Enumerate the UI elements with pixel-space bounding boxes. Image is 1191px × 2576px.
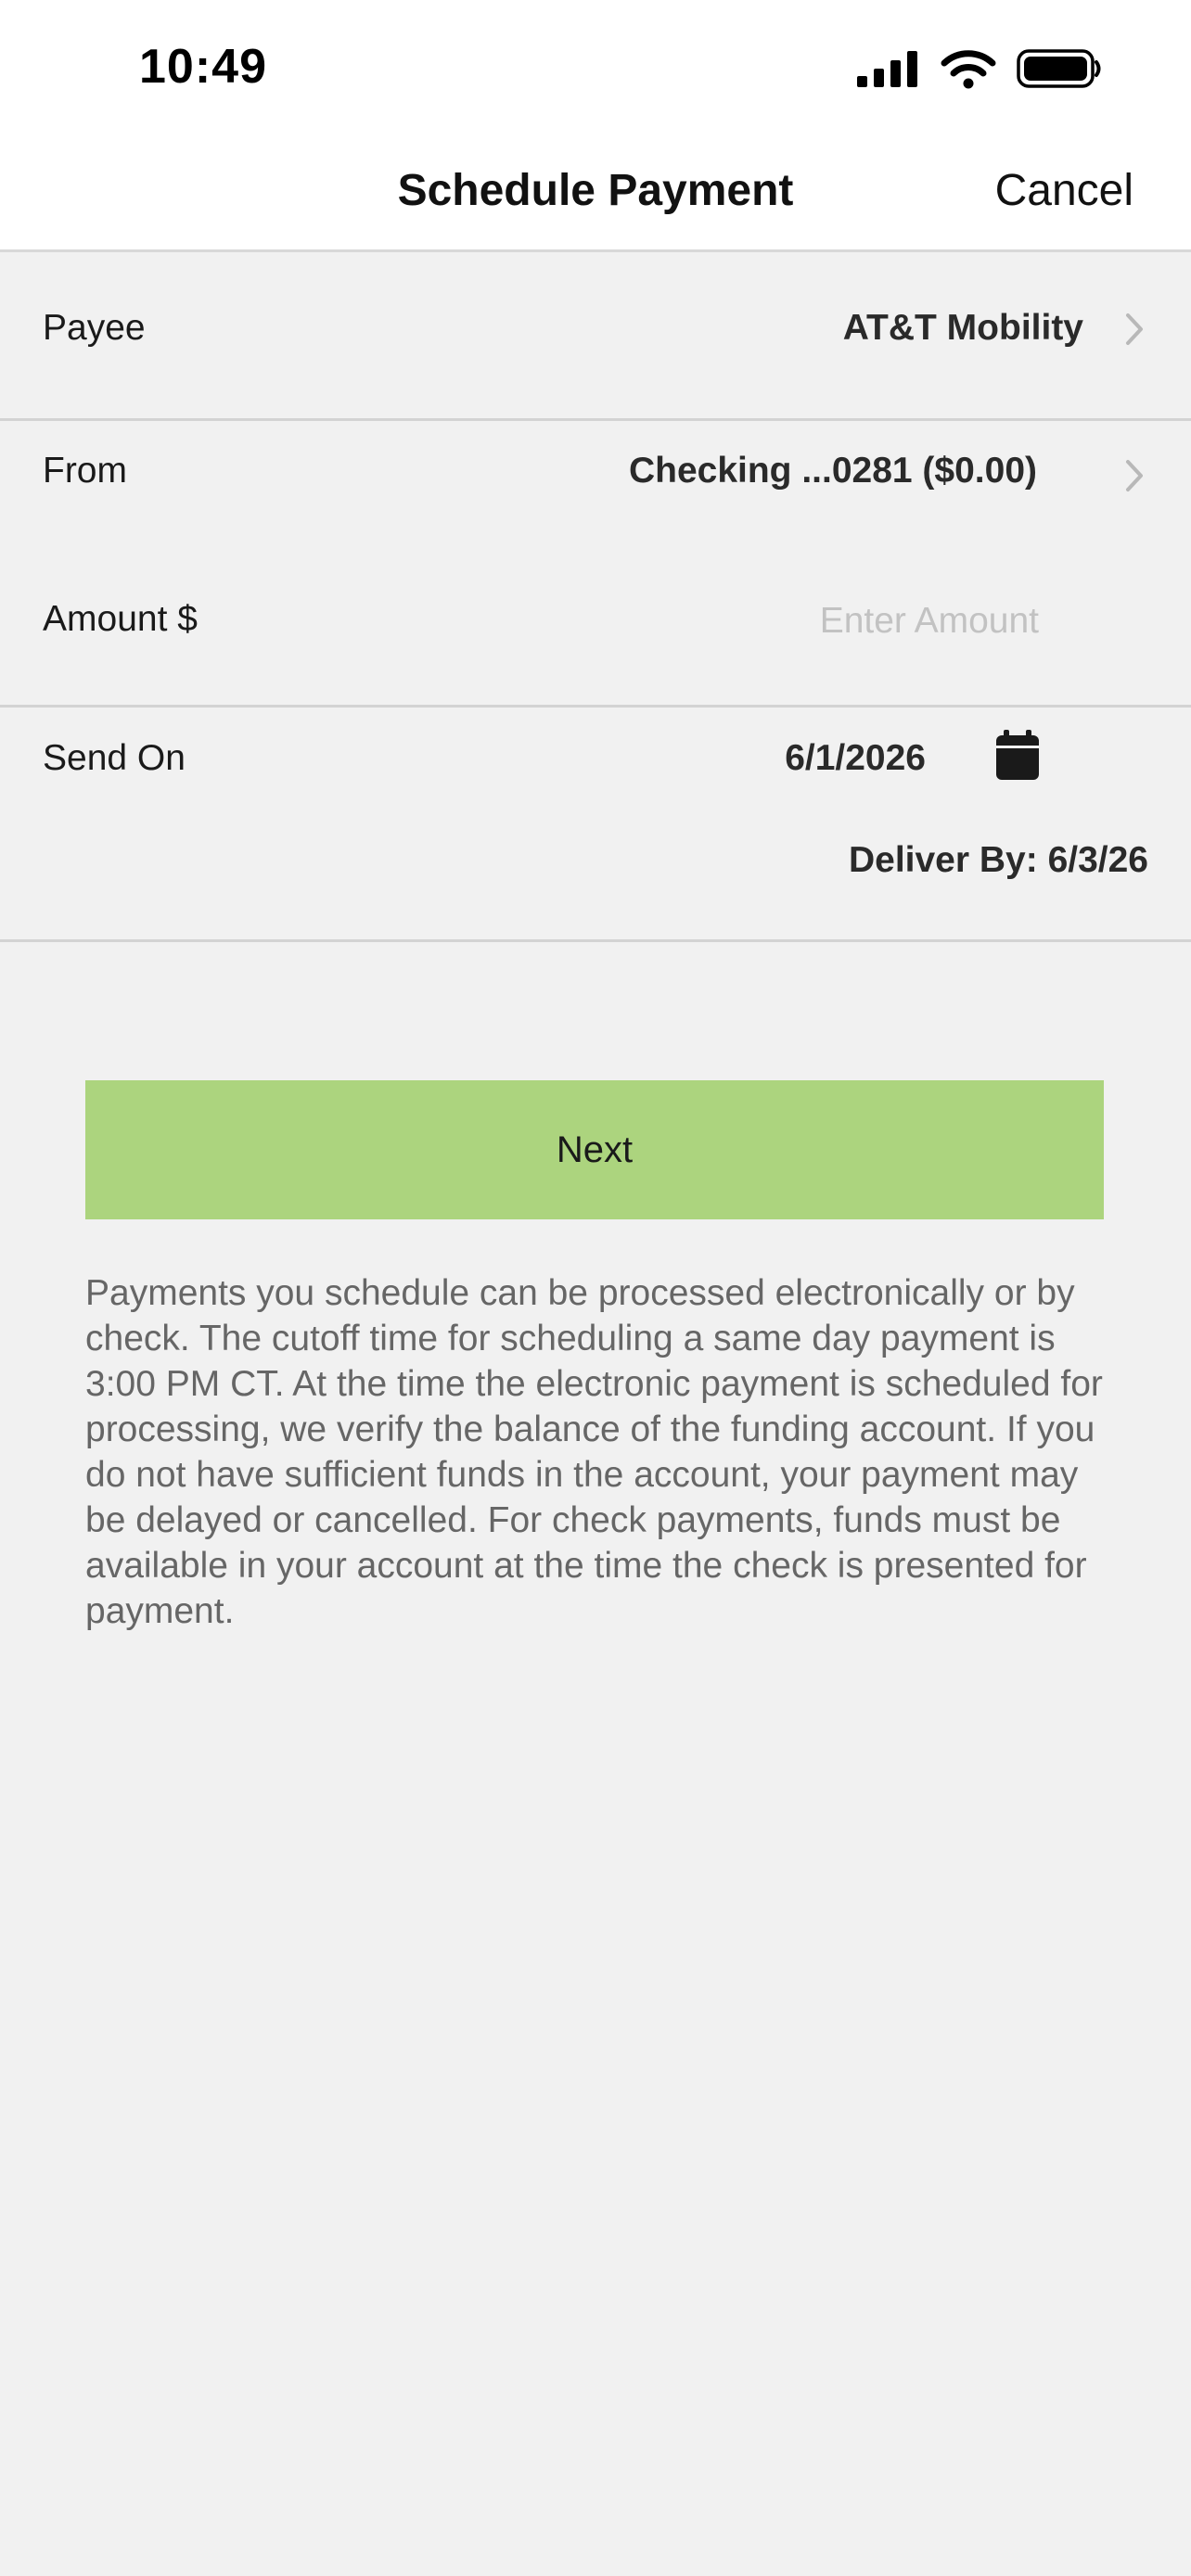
from-row[interactable]: From Checking ...0281 ($0.00) bbox=[0, 421, 1191, 551]
amount-label: Amount $ bbox=[43, 599, 198, 639]
chevron-right-icon bbox=[1124, 458, 1145, 498]
send-on-date[interactable]: 6/1/2026 bbox=[785, 738, 926, 779]
wifi-icon bbox=[941, 48, 996, 94]
payee-row[interactable]: Payee AT&T Mobility bbox=[0, 252, 1191, 417]
nav-bar: Schedule Payment Cancel bbox=[0, 139, 1191, 252]
status-bar: 10:49 bbox=[0, 0, 1191, 139]
chevron-right-icon bbox=[1124, 312, 1145, 351]
calendar-icon[interactable] bbox=[994, 730, 1041, 786]
status-time: 10:49 bbox=[139, 40, 267, 94]
payment-disclaimer: Payments you schedule can be processed e… bbox=[85, 1273, 1103, 1631]
status-icons bbox=[857, 48, 1102, 94]
cancel-button[interactable]: Cancel bbox=[995, 165, 1133, 216]
send-on-label: Send On bbox=[43, 738, 186, 778]
send-on-row: Send On 6/1/2026 Deliver By: 6/3/26 bbox=[0, 708, 1191, 939]
deliver-by-date: Deliver By: 6/3/26 bbox=[848, 840, 1148, 880]
payee-label: Payee bbox=[43, 308, 146, 348]
from-label: From bbox=[43, 451, 127, 491]
from-account-value: Checking ...0281 ($0.00) bbox=[628, 451, 1037, 491]
payee-value: AT&T Mobility bbox=[842, 308, 1083, 348]
divider bbox=[0, 939, 1191, 942]
cellular-signal-icon bbox=[857, 50, 920, 92]
battery-icon bbox=[1017, 48, 1102, 94]
next-button[interactable]: Next bbox=[85, 1080, 1104, 1219]
amount-input[interactable] bbox=[705, 595, 1039, 647]
